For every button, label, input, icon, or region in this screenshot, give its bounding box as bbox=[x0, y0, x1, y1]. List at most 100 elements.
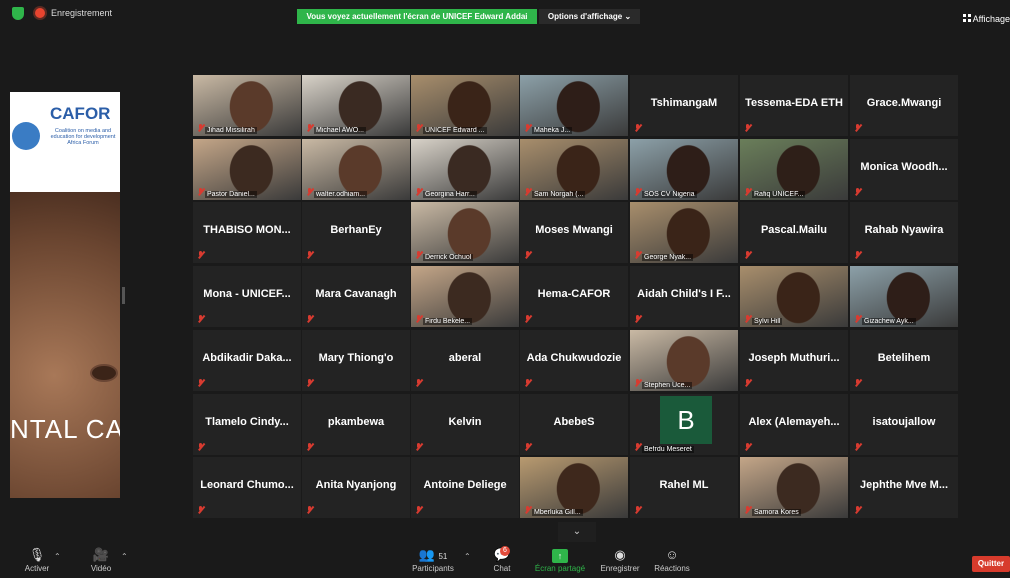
microphone-muted-icon bbox=[306, 379, 313, 387]
security-shield-icon[interactable] bbox=[12, 7, 24, 20]
participant-tile[interactable]: AbebeS bbox=[520, 394, 628, 455]
participant-tile[interactable]: Aidah Child's I F... bbox=[630, 266, 738, 327]
participant-tile[interactable]: Sam Norgah (... bbox=[520, 139, 628, 200]
participant-name: Tlamelo Cindy... bbox=[205, 416, 289, 428]
resize-handle[interactable] bbox=[122, 287, 125, 304]
microphone-muted-icon bbox=[634, 188, 641, 196]
participant-tile[interactable]: Kelvin bbox=[411, 394, 519, 455]
participant-tile[interactable]: THABISO MON... bbox=[193, 202, 301, 263]
participants-button[interactable]: 👥 51 Participants bbox=[408, 546, 458, 573]
reactions-button[interactable]: ☺ Réactions bbox=[653, 546, 691, 573]
record-icon: ◉ bbox=[614, 547, 626, 562]
participant-tile[interactable]: Joseph Muthuri... bbox=[740, 330, 848, 391]
participant-tile[interactable]: Moses Mwangi bbox=[520, 202, 628, 263]
leave-meeting-button[interactable]: Quitter bbox=[972, 556, 1010, 572]
participants-caret-icon[interactable]: ⌃ bbox=[464, 552, 471, 561]
participant-tile[interactable]: Rahel ML bbox=[630, 457, 738, 518]
participant-name: Leonard Chumo... bbox=[200, 479, 294, 491]
participant-tile[interactable]: pkambewa bbox=[302, 394, 410, 455]
participant-tile[interactable]: Firdu Bekele... bbox=[411, 266, 519, 327]
reactions-label: Réactions bbox=[654, 564, 690, 573]
participant-tile[interactable]: Mary Thiong'o bbox=[302, 330, 410, 391]
record-button[interactable]: ◉ Enregistrer bbox=[598, 546, 642, 573]
participant-tile[interactable]: Monica Woodh... bbox=[850, 139, 958, 200]
participant-name: Ada Chukwudozie bbox=[526, 352, 622, 364]
participant-tile[interactable]: SOS CV Nigeria bbox=[630, 139, 738, 200]
participant-name: Stephen Uce... bbox=[642, 382, 693, 389]
participant-tile[interactable]: B Befrdu Meseret bbox=[630, 394, 738, 455]
record-label: Enregistrer bbox=[600, 564, 640, 573]
participant-name: Mona - UNICEF... bbox=[203, 288, 291, 300]
participant-tile[interactable]: Sylvi Hill bbox=[740, 266, 848, 327]
microphone-muted-icon bbox=[524, 379, 531, 387]
view-options-button[interactable]: Options d'affichage ⌄ bbox=[539, 9, 640, 24]
participant-tile[interactable]: George Nyak... bbox=[630, 202, 738, 263]
participant-name: aberal bbox=[448, 352, 482, 364]
participant-name: Samora Kores bbox=[752, 509, 801, 516]
participant-name: Alex (Alemayeh... bbox=[748, 416, 840, 428]
microphone-muted-icon bbox=[197, 315, 204, 323]
participant-tile[interactable]: Stephen Uce... bbox=[630, 330, 738, 391]
chat-badge: 6 bbox=[500, 546, 510, 556]
participant-tile[interactable]: Tessema-EDA ETH bbox=[740, 75, 848, 136]
participant-tile[interactable]: Georgina Harr... bbox=[411, 139, 519, 200]
mute-button[interactable]: 🎙 Activer bbox=[22, 546, 52, 573]
participant-tile[interactable]: Leonard Chumo... bbox=[193, 457, 301, 518]
participant-tile[interactable]: Alex (Alemayeh... bbox=[740, 394, 848, 455]
chevron-down-icon: ⌄ bbox=[624, 12, 632, 21]
participant-tile[interactable]: BerhanEy bbox=[302, 202, 410, 263]
microphone-muted-icon bbox=[854, 251, 861, 259]
participant-tile[interactable]: Rafiq UNICEF... bbox=[740, 139, 848, 200]
microphone-muted-icon bbox=[634, 506, 641, 514]
participant-tile[interactable]: Betelihem bbox=[850, 330, 958, 391]
microphone-muted-icon bbox=[524, 506, 531, 514]
microphone-muted-icon bbox=[197, 124, 204, 132]
microphone-muted-icon bbox=[634, 443, 641, 451]
microphone-muted-icon bbox=[854, 443, 861, 451]
participant-name: Rahab Nyawira bbox=[864, 224, 944, 236]
participant-tile[interactable]: Gizachew Ayk... bbox=[850, 266, 958, 327]
microphone-muted-icon bbox=[415, 443, 422, 451]
gallery-next-button[interactable]: ⌄ bbox=[558, 522, 596, 542]
participant-tile[interactable]: Samora Kores bbox=[740, 457, 848, 518]
participant-tile[interactable]: Abdikadir Daka... bbox=[193, 330, 301, 391]
chat-button[interactable]: 💬 6 Chat bbox=[490, 546, 514, 573]
share-label: Écran partagé bbox=[534, 564, 586, 573]
participant-tile[interactable]: TshimangaM bbox=[630, 75, 738, 136]
participant-tile[interactable]: Michael AWO... bbox=[302, 75, 410, 136]
participants-icon: 👥 bbox=[418, 547, 435, 562]
participant-tile[interactable]: Rahab Nyawira bbox=[850, 202, 958, 263]
participant-tile[interactable]: Pastor Daniel... bbox=[193, 139, 301, 200]
participant-tile[interactable]: Grace.Mwangi bbox=[850, 75, 958, 136]
participant-tile[interactable]: Jihad Missilirah bbox=[193, 75, 301, 136]
participant-tile[interactable]: UNICEF Edward ... bbox=[411, 75, 519, 136]
participant-tile[interactable]: Derrick Ochuol bbox=[411, 202, 519, 263]
participant-tile[interactable]: aberal bbox=[411, 330, 519, 391]
participants-label: Participants bbox=[412, 564, 454, 573]
participant-tile[interactable]: Tlamelo Cindy... bbox=[193, 394, 301, 455]
audio-options-caret-icon[interactable]: ⌃ bbox=[54, 552, 61, 561]
participant-tile[interactable]: Pascal.Mailu bbox=[740, 202, 848, 263]
video-button[interactable]: 🎥 Vidéo bbox=[86, 546, 116, 573]
participant-tile[interactable]: Hema-CAFOR bbox=[520, 266, 628, 327]
participant-tile[interactable]: Mona - UNICEF... bbox=[193, 266, 301, 327]
participant-tile[interactable]: Mara Cavanagh bbox=[302, 266, 410, 327]
participant-tile[interactable]: Maheka J... bbox=[520, 75, 628, 136]
participant-tile[interactable]: walter.odhiam... bbox=[302, 139, 410, 200]
shared-screen: CAFOR Coalition on media and education f… bbox=[10, 92, 120, 498]
video-options-caret-icon[interactable]: ⌃ bbox=[121, 552, 128, 561]
microphone-muted-icon bbox=[524, 124, 531, 132]
participant-tile[interactable]: Mberluka Gill... bbox=[520, 457, 628, 518]
share-screen-button[interactable]: ↑ Écran partagé bbox=[534, 546, 586, 573]
participant-tile[interactable]: isatoujallow bbox=[850, 394, 958, 455]
microphone-muted-icon bbox=[197, 506, 204, 514]
participant-name: Georgina Harr... bbox=[423, 191, 477, 198]
view-button[interactable]: Affichage bbox=[962, 14, 1010, 24]
participant-name: Gizachew Ayk... bbox=[862, 318, 916, 325]
microphone-muted-icon bbox=[744, 379, 751, 387]
participant-tile[interactable]: Anita Nyanjong bbox=[302, 457, 410, 518]
participant-tile[interactable]: Ada Chukwudozie bbox=[520, 330, 628, 391]
microphone-muted-icon bbox=[524, 443, 531, 451]
participant-tile[interactable]: Antoine Deliege bbox=[411, 457, 519, 518]
participant-tile[interactable]: Jephthe Mve M... bbox=[850, 457, 958, 518]
